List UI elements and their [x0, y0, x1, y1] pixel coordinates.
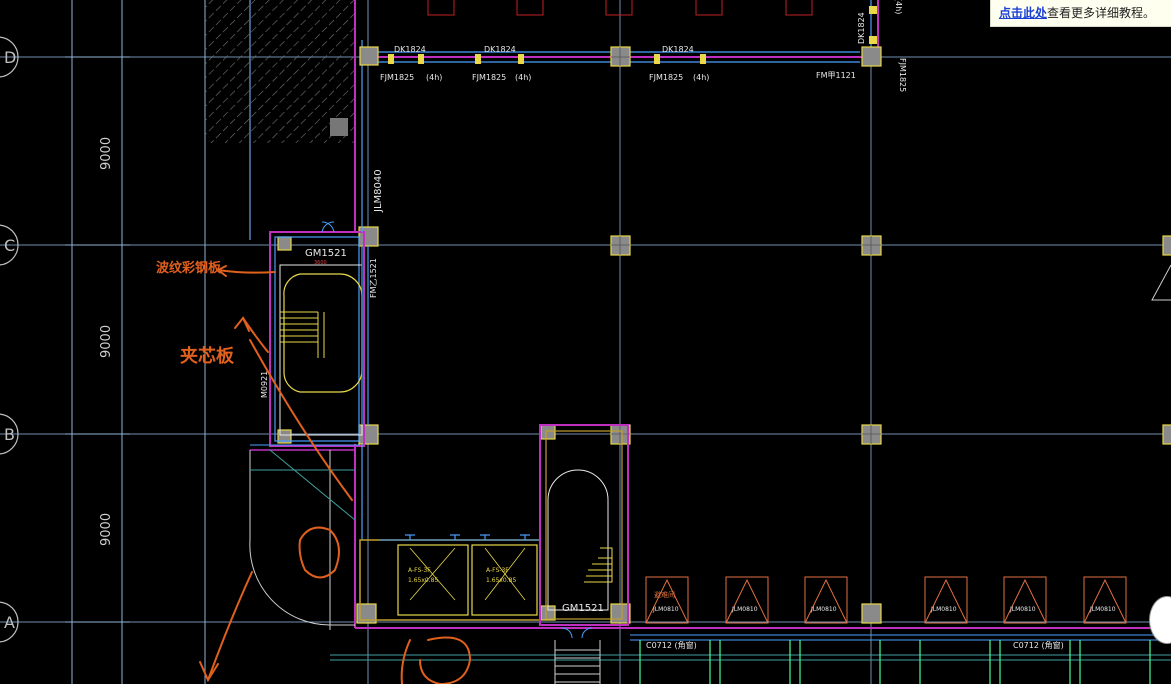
label-dk-right: DK1824	[857, 12, 866, 44]
right-top-wall	[869, 0, 879, 48]
axis-label-d: D	[4, 48, 16, 67]
hand-markup	[199, 265, 472, 684]
svg-text:1.65x0.85: 1.65x0.85	[486, 577, 516, 584]
label-jlm: JLM8040	[373, 169, 384, 213]
svg-text:A-FS-3F: A-FS-3F	[408, 567, 431, 574]
label-fm-top: FM甲1121	[816, 71, 856, 80]
label-c1: C0712 (角窗)	[646, 640, 697, 650]
stair-1	[269, 160, 365, 447]
label-fjm2: FJM1825	[472, 73, 506, 82]
hatch-marker	[330, 118, 348, 136]
columns	[277, 46, 1171, 624]
plaza	[249, 449, 356, 630]
axis-label-a: A	[4, 613, 15, 632]
label-fjm-right: FJM1825	[898, 58, 907, 92]
annotation-corrugated: 波纹彩钢板	[156, 260, 222, 276]
dim-top: 9000	[99, 137, 114, 170]
dimension-lines	[65, 0, 206, 684]
label-m-side: M0921	[260, 371, 269, 398]
svg-text:1.65x0.85: 1.65x0.85	[408, 577, 438, 584]
label-c2: C0712 (角窗)	[1013, 640, 1064, 650]
label-jlm-row-4: JLM0810	[930, 606, 957, 613]
tutorial-link[interactable]: 点击此处	[999, 6, 1047, 20]
axis-label-c: C	[4, 236, 15, 255]
label-dk3: DK1824	[662, 45, 694, 54]
svg-text:A-FS-3F: A-FS-3F	[486, 567, 509, 574]
label-jlm-row-5: JLM0810	[1009, 606, 1036, 613]
label-gm-bot: GM1521	[562, 603, 604, 614]
label-fjm1: FJM1825	[380, 73, 414, 82]
bottom-doors	[645, 576, 1127, 624]
label-h2: (4h)	[515, 73, 531, 82]
label-h1: (4h)	[426, 73, 442, 82]
stair-2	[539, 424, 629, 626]
dim-mid: 9000	[99, 325, 114, 358]
label-jlm-row-3: JLM0810	[810, 606, 837, 613]
floor-plan-drawing[interactable]: D C B A 9000 9000 9000 A-FS-3F 1.65x0.85…	[0, 0, 1171, 684]
bottom-wall	[330, 627, 1171, 684]
axis-label-b: B	[4, 425, 15, 444]
label-h-right: (4h)	[894, 0, 903, 14]
label-h3: (4h)	[693, 73, 709, 82]
elevator-block: A-FS-3F 1.65x0.85 A-FS-3F 1.65x0.85	[359, 534, 541, 621]
cad-viewport[interactable]: D C B A 9000 9000 9000 A-FS-3F 1.65x0.85…	[0, 0, 1171, 684]
label-jlm-row-6: JLM0810	[1089, 606, 1116, 613]
bottom-window-ticks	[639, 640, 1151, 684]
label-jlm-row-1: JLM0810	[652, 606, 679, 613]
label-fjm3: FJM1825	[649, 73, 683, 82]
dim-bot: 9000	[99, 513, 114, 546]
tutorial-text: 查看更多详细教程。	[1047, 6, 1156, 20]
axis-bubbles	[0, 36, 19, 643]
label-fm-side: FM乙1521	[369, 258, 378, 298]
label-jlm-row-2: JLM0810	[731, 606, 758, 613]
label-gm-top-sub: 3600	[314, 260, 327, 266]
label-dk1: DK1824	[394, 45, 426, 54]
tutorial-tooltip: 点击此处查看更多详细教程。	[990, 0, 1171, 27]
annotation-sandwich: 夹芯板	[180, 345, 235, 367]
grid-lines	[0, 0, 1171, 684]
label-dk2: DK1824	[484, 45, 516, 54]
label-gm-top: GM1521	[305, 248, 347, 259]
label-lobby: 避难间	[654, 590, 675, 599]
right-triangle	[1151, 264, 1171, 301]
